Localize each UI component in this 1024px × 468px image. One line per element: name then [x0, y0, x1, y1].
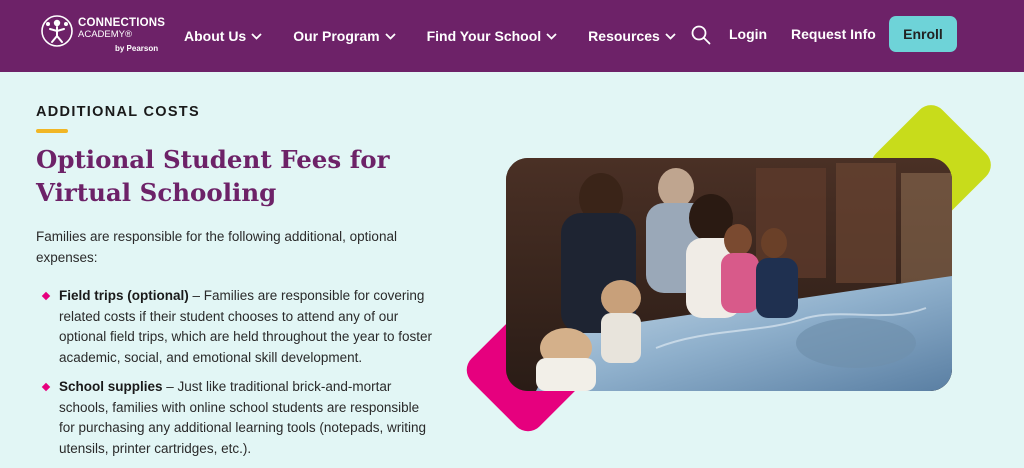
fees-list: Field trips (optional) – Families are re…: [36, 286, 436, 468]
chevron-down-icon: [546, 32, 557, 40]
list-item-field-trips: Field trips (optional) – Families are re…: [36, 286, 436, 368]
list-item-term: Field trips (optional): [59, 288, 189, 303]
bullet-icon: [41, 291, 51, 301]
nav-label: Resources: [588, 28, 660, 44]
nav-about-us[interactable]: About Us: [184, 28, 262, 44]
nav-label: About Us: [184, 28, 247, 44]
search-icon[interactable]: [691, 25, 711, 45]
nav-our-program[interactable]: Our Program: [293, 28, 396, 44]
list-item-school-supplies: School supplies – Just like traditional …: [36, 377, 436, 459]
connections-academy-logo-icon: [41, 15, 73, 47]
chevron-down-icon: [665, 32, 676, 40]
logo-subwordmark: ACADEMY®: [78, 29, 132, 40]
chevron-down-icon: [384, 32, 396, 40]
list-item-term: School supplies: [59, 379, 163, 394]
intro-text: Families are responsible for the followi…: [36, 229, 397, 265]
students-museum-photo: [506, 158, 952, 391]
page-title: Optional Student Fees for Virtual School…: [36, 145, 390, 207]
nav-label: Our Program: [293, 28, 380, 44]
site-header: CONNECTIONS ACADEMY® by Pearson About Us…: [0, 0, 1024, 72]
connections-academy-logo[interactable]: CONNECTIONS ACADEMY® by Pearson: [40, 12, 170, 56]
enroll-button[interactable]: Enroll: [889, 16, 957, 52]
eyebrow-underline: [36, 129, 68, 133]
main-nav: About Us Our Program Find Your School Re…: [184, 0, 707, 72]
chevron-down-icon: [251, 32, 262, 40]
nav-find-your-school[interactable]: Find Your School: [427, 28, 558, 44]
login-link[interactable]: Login: [729, 26, 767, 42]
logo-tagline: by Pearson: [115, 44, 159, 53]
section-eyebrow: ADDITIONAL COSTS: [36, 104, 200, 120]
nav-resources[interactable]: Resources: [588, 28, 676, 44]
request-info-link[interactable]: Request Info: [791, 26, 876, 42]
logo-wordmark: CONNECTIONS: [78, 17, 166, 29]
nav-label: Find Your School: [426, 28, 542, 44]
bullet-icon: [41, 382, 51, 392]
photo-illustration: [506, 158, 952, 391]
